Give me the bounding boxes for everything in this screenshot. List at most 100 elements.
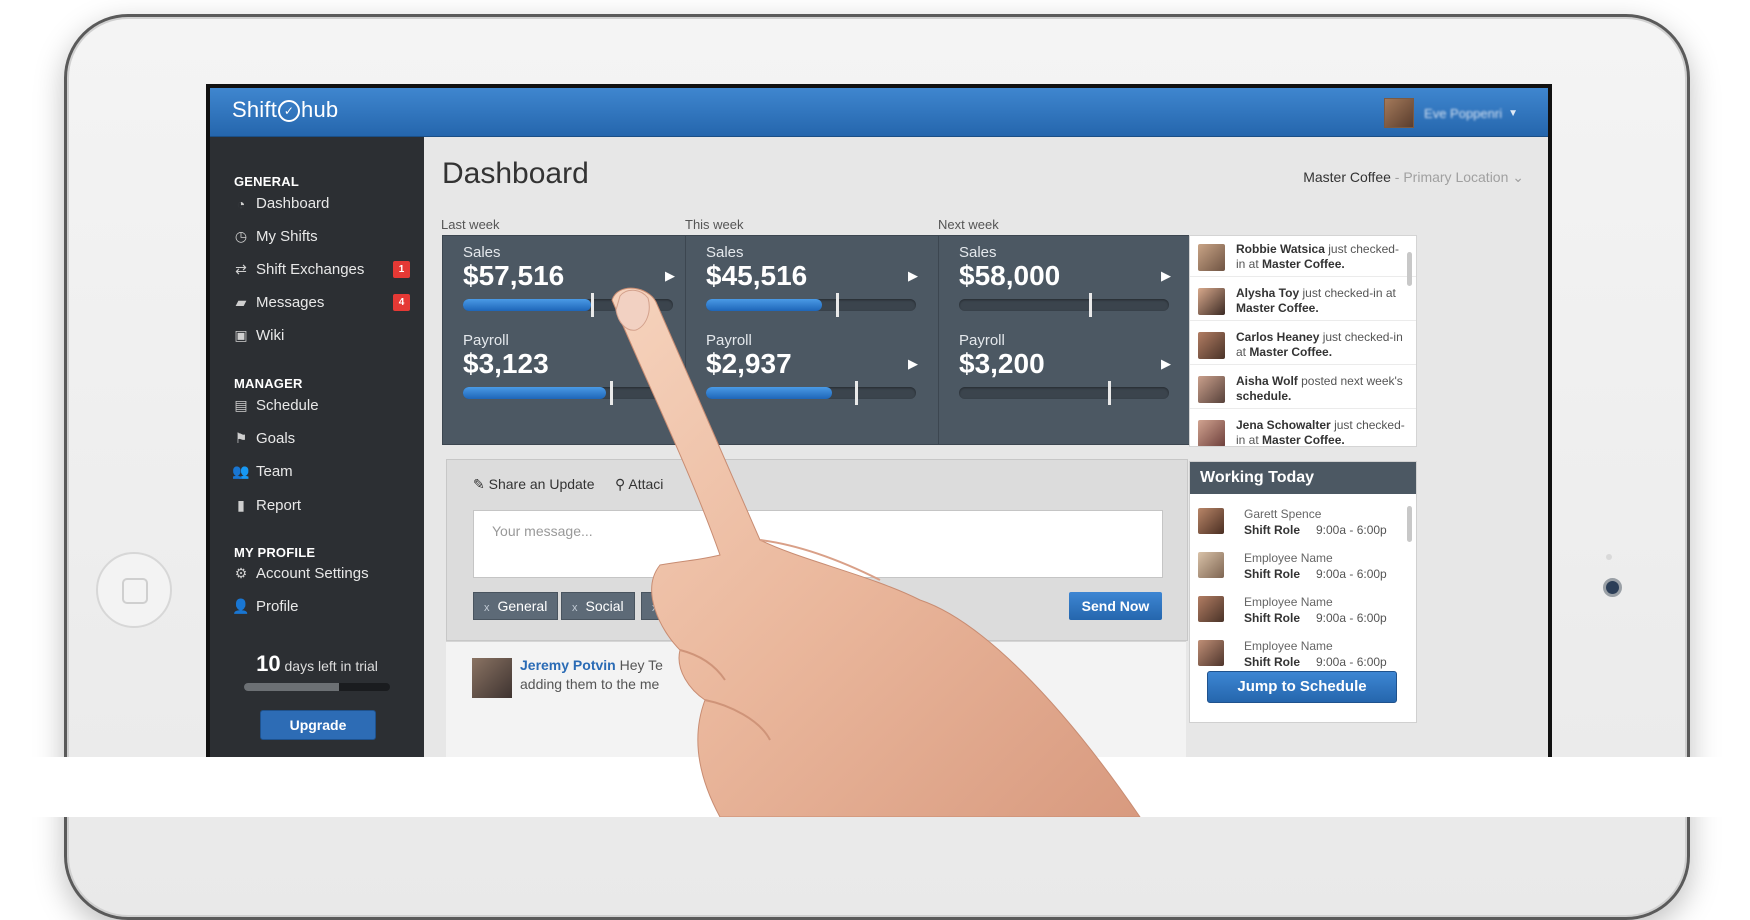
sidebar-item-wiki[interactable]: ▣ Wiki — [230, 327, 410, 344]
sidebar-item-my-shifts[interactable]: ◷ My Shifts — [230, 228, 410, 245]
tab-label: Attaci — [628, 476, 664, 492]
feed-text: just checked-in at — [1302, 286, 1396, 300]
feed-place: Master Coffee. — [1262, 257, 1345, 271]
remove-tag-icon[interactable]: x — [572, 602, 578, 614]
caret-down-icon: ▼ — [1508, 107, 1518, 119]
tab-attach[interactable]: ⚲ Attaci — [615, 476, 663, 493]
sidebar-item-account-settings[interactable]: ⚙ Account Settings — [230, 565, 410, 582]
sales-label: Sales — [959, 244, 997, 261]
sensor-dot — [1606, 554, 1612, 560]
play-arrow-icon[interactable]: ▶ — [665, 356, 675, 372]
payroll-value: $3,200 — [959, 348, 1045, 379]
trial-status: 10 days left in trial — [210, 651, 424, 677]
notification-badge: 4 — [393, 294, 410, 311]
sidebar-item-label: Report — [256, 497, 302, 514]
avatar — [1198, 288, 1225, 315]
feed-place: Master Coffee. — [1236, 301, 1319, 315]
sales-target-marker — [836, 293, 840, 317]
payroll-value: $2,937 — [706, 348, 792, 379]
feed-name: Alysha Toy — [1236, 286, 1300, 300]
employee-role: Shift Role — [1244, 567, 1300, 581]
share-update-panel: ✎ Share an Update ⚲ Attaci Your message.… — [446, 459, 1188, 641]
week-card-next[interactable]: Sales $58,000 ▶ Payroll $3,200 ▶ — [938, 235, 1192, 445]
play-arrow-icon[interactable]: ▶ — [908, 268, 918, 284]
gear-icon: ⚙ — [234, 565, 248, 581]
user-menu[interactable]: Eve Poppenri ▼ — [1384, 98, 1518, 128]
check-circle-icon: ✓ — [278, 100, 301, 122]
sales-progress-fill — [463, 299, 592, 311]
trial-text: days left in trial — [284, 658, 378, 674]
app-logo[interactable]: Shift ✓ hub — [232, 97, 338, 123]
trial-days-count: 10 — [256, 651, 281, 676]
feed-scrollbar[interactable] — [1407, 252, 1412, 286]
payroll-progress-fill — [706, 387, 832, 399]
message-placeholder: Your message... — [492, 523, 593, 539]
tag-label: Social — [585, 598, 624, 614]
sidebar: GENERAL ◔ Dashboard ◷ My Shifts ⇄ Shift Exc… — [210, 137, 424, 808]
sidebar-item-report[interactable]: ▮ Report — [230, 497, 410, 514]
working-today-title: Working Today — [1190, 462, 1416, 494]
payroll-target-marker — [610, 381, 613, 405]
tab-label: Share an Update — [488, 476, 595, 492]
tag-social[interactable]: x Social — [561, 592, 635, 620]
sidebar-section-manager: MANAGER — [234, 376, 303, 391]
sidebar-item-team[interactable]: 👥 Team — [230, 463, 410, 480]
main-content: Dashboard Master Coffee - Primary Locati… — [424, 137, 1548, 808]
upgrade-button[interactable]: Upgrade — [260, 710, 376, 740]
location-name: Master Coffee — [1303, 169, 1391, 185]
send-now-button[interactable]: Send Now — [1069, 592, 1162, 620]
clock-icon: ◷ — [234, 228, 248, 244]
dashboard-gauge-icon: ◔ — [236, 195, 246, 212]
avatar — [1198, 596, 1224, 622]
sidebar-item-shift-exchanges[interactable]: ⇄ Shift Exchanges 1 — [230, 261, 410, 278]
location-selector[interactable]: Master Coffee - Primary Location ⌄ — [1303, 169, 1524, 186]
sidebar-item-label: Dashboard — [256, 195, 330, 212]
payroll-value: $3,123 — [463, 348, 549, 379]
remove-tag-icon[interactable]: x — [652, 602, 658, 614]
sidebar-item-messages[interactable]: ▰ Messages 4 — [230, 294, 410, 311]
payroll-progress-fill — [463, 387, 606, 399]
sales-label: Sales — [706, 244, 744, 261]
feed-name: Robbie Watsica — [1236, 242, 1325, 256]
sidebar-item-label: Shift Exchanges — [256, 261, 365, 278]
payroll-progress-bar — [463, 381, 673, 405]
divider — [1190, 408, 1416, 409]
post-text: Jeremy Potvin Hey Te adding them to the m… — [520, 656, 1170, 694]
payroll-progress-bar — [959, 381, 1169, 405]
home-button[interactable] — [96, 552, 172, 628]
employee-hours: 9:00a - 6:00p — [1316, 523, 1387, 537]
sidebar-item-label: Messages — [256, 294, 325, 311]
play-arrow-icon[interactable]: ▶ — [665, 268, 675, 284]
week-card-last[interactable]: Sales $57,516 ▶ Payroll $3,123 ▶ — [442, 235, 696, 445]
sidebar-item-schedule[interactable]: ▤ Schedule — [230, 397, 410, 414]
play-arrow-icon[interactable]: ▶ — [1161, 356, 1171, 372]
tag-general[interactable]: x General — [473, 592, 559, 620]
divider — [1190, 276, 1416, 277]
employee-hours: 9:00a - 6:00p — [1316, 611, 1387, 625]
tab-share-update[interactable]: ✎ Share an Update — [473, 476, 594, 493]
feed-name: Jena Schowalter — [1236, 418, 1331, 432]
employee-role: Shift Role — [1244, 611, 1300, 625]
employee-name: Garett Spence — [1244, 507, 1322, 521]
sales-progress-fill — [706, 299, 822, 311]
sidebar-section-my-profile: MY PROFILE — [234, 545, 316, 560]
post-author[interactable]: Jeremy Potvin — [520, 657, 616, 673]
jump-to-schedule-button[interactable]: Jump to Schedule — [1207, 671, 1397, 703]
sidebar-item-goals[interactable]: ⚑ Goals — [230, 430, 410, 447]
play-arrow-icon[interactable]: ▶ — [908, 356, 918, 372]
page-background — [0, 757, 1750, 817]
play-arrow-icon[interactable]: ▶ — [1161, 268, 1171, 284]
tag-partial[interactable]: x — [641, 592, 703, 620]
remove-tag-icon[interactable]: x — [484, 602, 490, 614]
avatar — [1198, 332, 1225, 359]
flag-icon: ⚑ — [234, 430, 248, 446]
message-input[interactable]: Your message... — [473, 510, 1163, 578]
post-body-line2: adding them to the me — [520, 676, 660, 692]
avatar — [1198, 552, 1224, 578]
avatar — [472, 658, 512, 698]
working-today-scrollbar[interactable] — [1407, 506, 1412, 542]
sidebar-item-dashboard[interactable]: ◔ Dashboard — [230, 195, 410, 212]
week-card-this[interactable]: Sales $45,516 ▶ Payroll $2,937 ▶ — [685, 235, 939, 445]
top-bar: Shift ✓ hub Eve Poppenri ▼ — [210, 88, 1548, 137]
sidebar-item-profile[interactable]: 👤 Profile — [230, 598, 410, 615]
